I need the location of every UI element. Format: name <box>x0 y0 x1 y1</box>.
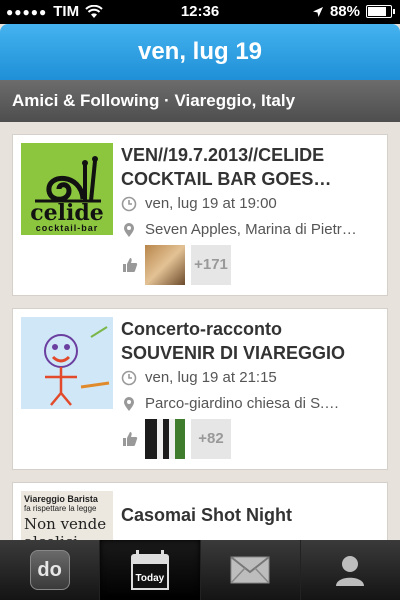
event-list[interactable]: celide cocktail-bar VEN//19.7.2013//CELI… <box>0 122 400 540</box>
clipping-text-1: Viareggio Barista <box>24 494 98 504</box>
do-logo-icon: do <box>29 550 70 590</box>
event-card[interactable]: celide cocktail-bar VEN//19.7.2013//CELI… <box>12 134 388 296</box>
event-title[interactable]: Casomai Shot Night <box>121 503 381 527</box>
envelope-icon <box>230 556 270 584</box>
clock-icon <box>121 196 137 211</box>
attendees-row[interactable]: +82 <box>121 419 231 459</box>
event-card[interactable]: Concerto-racconto SOUVENIR DI VIAREGGIO … <box>12 308 388 470</box>
logo-subtext: cocktail-bar <box>35 223 99 233</box>
battery-percent: 88% <box>329 3 360 20</box>
attendee-avatar[interactable] <box>145 419 185 459</box>
event-location-row: Parco-giardino chiesa di S.… <box>121 395 383 412</box>
feed-filter-bar[interactable]: Amici & Following · Viareggio, Italy <box>0 80 400 122</box>
clock-icon <box>121 370 137 385</box>
tab-today[interactable]: Today <box>100 540 201 600</box>
event-datetime: ven, lug 19 at 21:15 <box>145 369 277 386</box>
more-attendees-count[interactable]: +82 <box>191 419 231 459</box>
event-card[interactable]: Viareggio Barista fa rispettare la legge… <box>12 482 388 540</box>
location-pin-icon <box>124 396 134 411</box>
tab-profile[interactable] <box>301 540 400 600</box>
attendees-row[interactable]: +171 <box>121 245 231 285</box>
location-pin-icon <box>124 222 134 237</box>
drawing-image <box>21 317 113 409</box>
clipping-text-4: alcolici <box>21 533 113 540</box>
location-arrow-icon <box>312 6 323 17</box>
event-thumbnail[interactable]: Viareggio Barista fa rispettare la legge… <box>21 491 113 540</box>
event-datetime-row: ven, lug 19 at 19:00 <box>121 195 383 212</box>
calendar-icon: Today <box>130 550 169 590</box>
event-datetime-row: ven, lug 19 at 21:15 <box>121 369 383 386</box>
event-title[interactable]: Concerto-racconto SOUVENIR DI VIAREGGIO <box>121 317 381 365</box>
event-thumbnail[interactable]: celide cocktail-bar <box>21 143 113 235</box>
more-attendees-count[interactable]: +171 <box>191 245 231 285</box>
battery-icon <box>366 5 395 18</box>
today-label: Today <box>135 573 165 584</box>
tab-home[interactable]: do <box>0 540 101 600</box>
page-title: ven, lug 19 <box>0 24 400 80</box>
attendee-avatar[interactable] <box>145 245 185 285</box>
event-location: Parco-giardino chiesa di S.… <box>145 395 340 412</box>
thumbs-up-icon[interactable] <box>121 430 139 448</box>
tab-messages[interactable] <box>201 540 301 600</box>
user-icon <box>336 556 365 586</box>
event-location: Seven Apples, Marina di Pietr… <box>145 221 357 238</box>
event-title[interactable]: VEN//19.7.2013//CELIDE COCKTAIL BAR GOES… <box>121 143 381 191</box>
clipping-text-2: fa rispettare la legge <box>24 504 97 513</box>
event-datetime: ven, lug 19 at 19:00 <box>145 195 277 212</box>
event-thumbnail[interactable] <box>21 317 113 409</box>
tab-bar: do Today <box>0 540 400 600</box>
status-bar: ●●●●● TIM 12:36 88% <box>0 0 400 24</box>
clipping-text-3: Non vende <box>24 515 107 533</box>
event-location-row: Seven Apples, Marina di Pietr… <box>121 221 383 238</box>
thumbs-up-icon[interactable] <box>121 256 139 274</box>
